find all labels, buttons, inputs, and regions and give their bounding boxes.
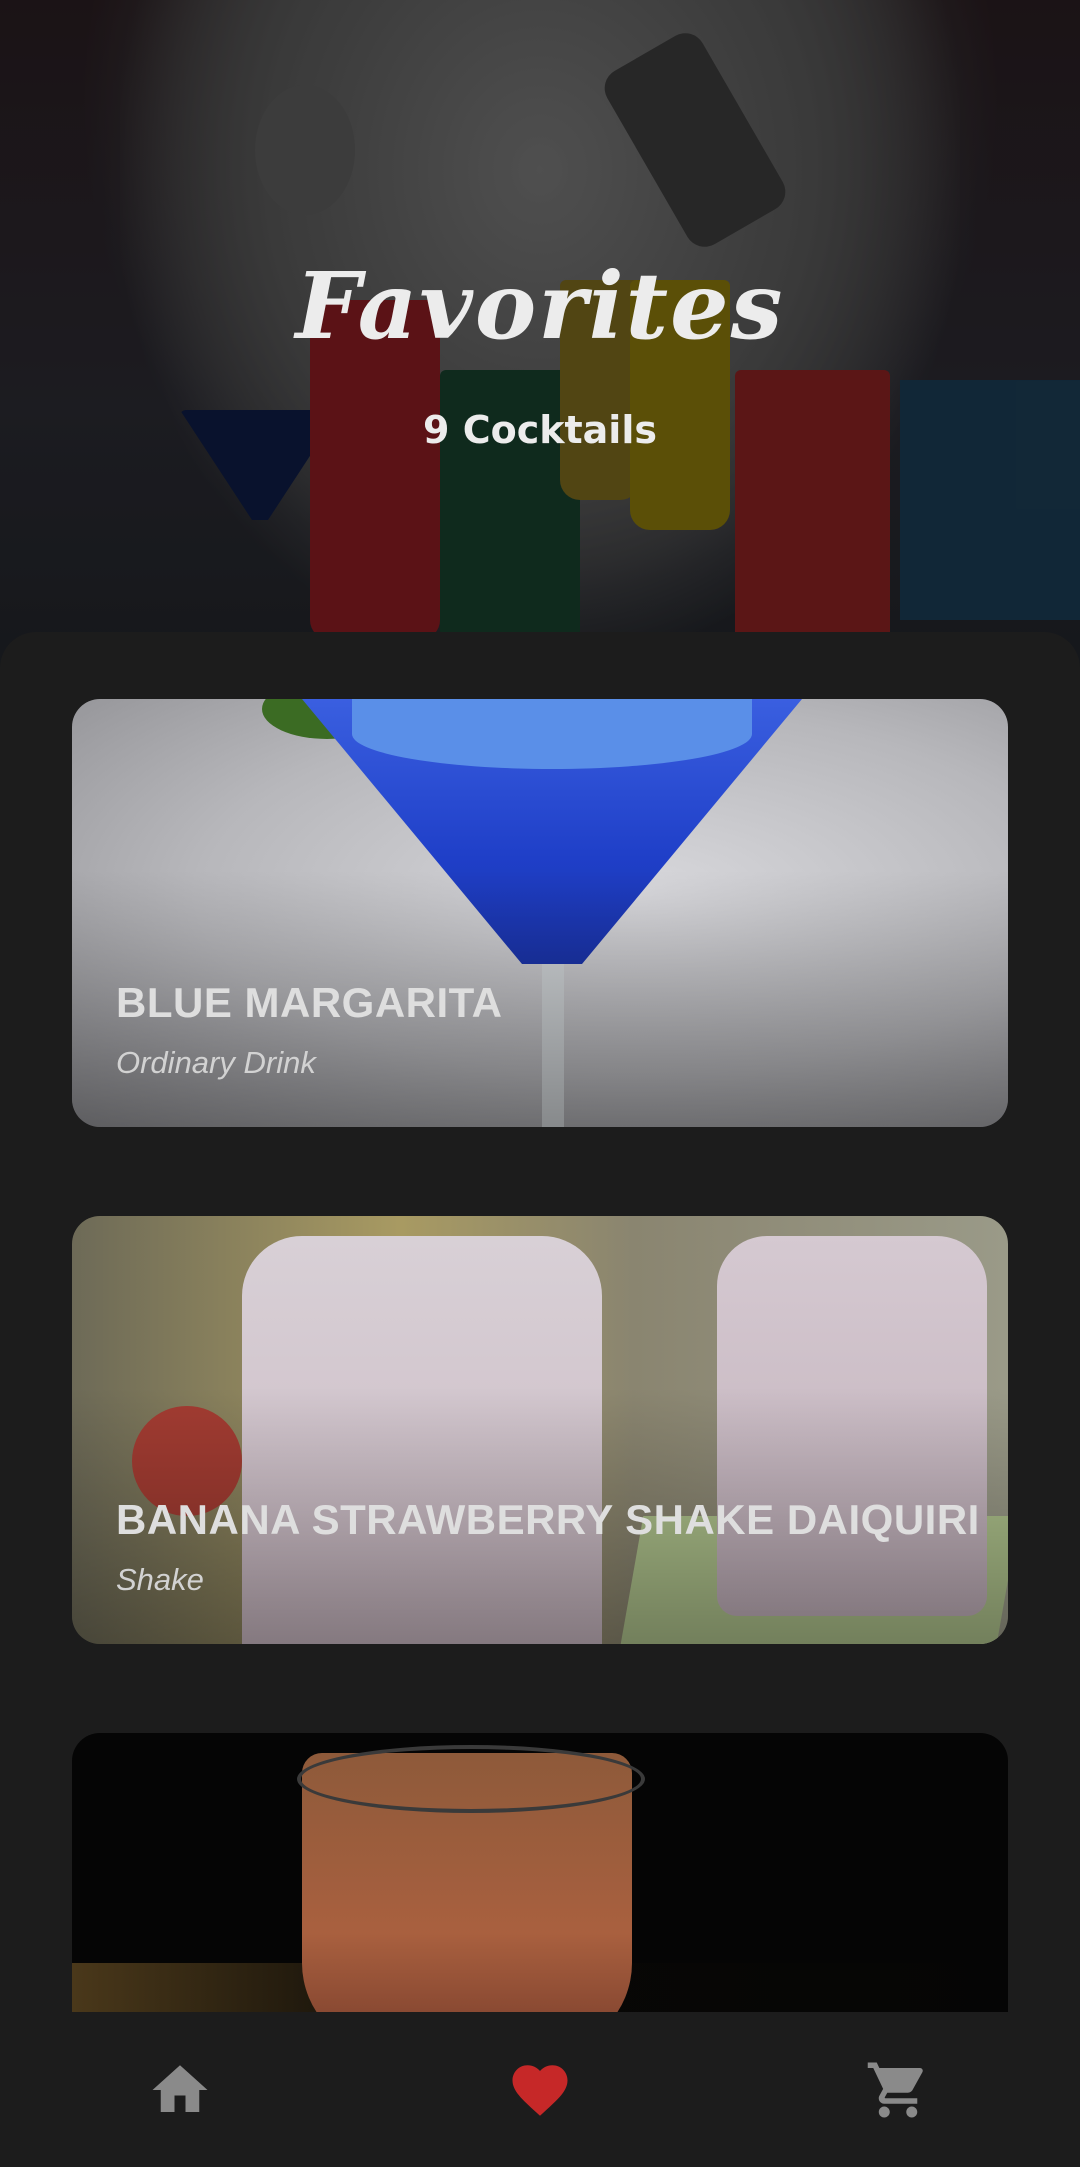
favorites-list[interactable]: BLUE MARGARITA Ordinary Drink BANANA STR…: [0, 632, 1080, 2012]
cocktail-count: 9 Cocktails: [423, 408, 657, 452]
cocktail-card[interactable]: [72, 1733, 1008, 2012]
page-title: Favorites: [295, 252, 785, 360]
cocktail-name: BANANA STRAWBERRY SHAKE DAIQUIRI: [116, 1496, 980, 1543]
cocktail-card[interactable]: BANANA STRAWBERRY SHAKE DAIQUIRI Shake: [72, 1216, 1008, 1644]
card-shade: [72, 1216, 1008, 1644]
card-image-glass-rim: [297, 1745, 645, 1813]
cart-icon: [867, 2062, 923, 2118]
bottom-navigation: [0, 2012, 1080, 2167]
hero-banner: Favorites 9 Cocktails: [0, 0, 1080, 680]
heart-icon: [512, 2065, 568, 2116]
home-icon: [152, 2065, 208, 2112]
cocktail-card[interactable]: BLUE MARGARITA Ordinary Drink: [72, 699, 1008, 1127]
cocktail-category: Ordinary Drink: [116, 1045, 316, 1080]
cocktail-name: BLUE MARGARITA: [116, 979, 503, 1026]
nav-home-button[interactable]: [140, 2050, 220, 2130]
nav-favorites-button[interactable]: [500, 2050, 580, 2130]
nav-cart-button[interactable]: [858, 2050, 938, 2130]
cocktail-category: Shake: [116, 1562, 204, 1597]
